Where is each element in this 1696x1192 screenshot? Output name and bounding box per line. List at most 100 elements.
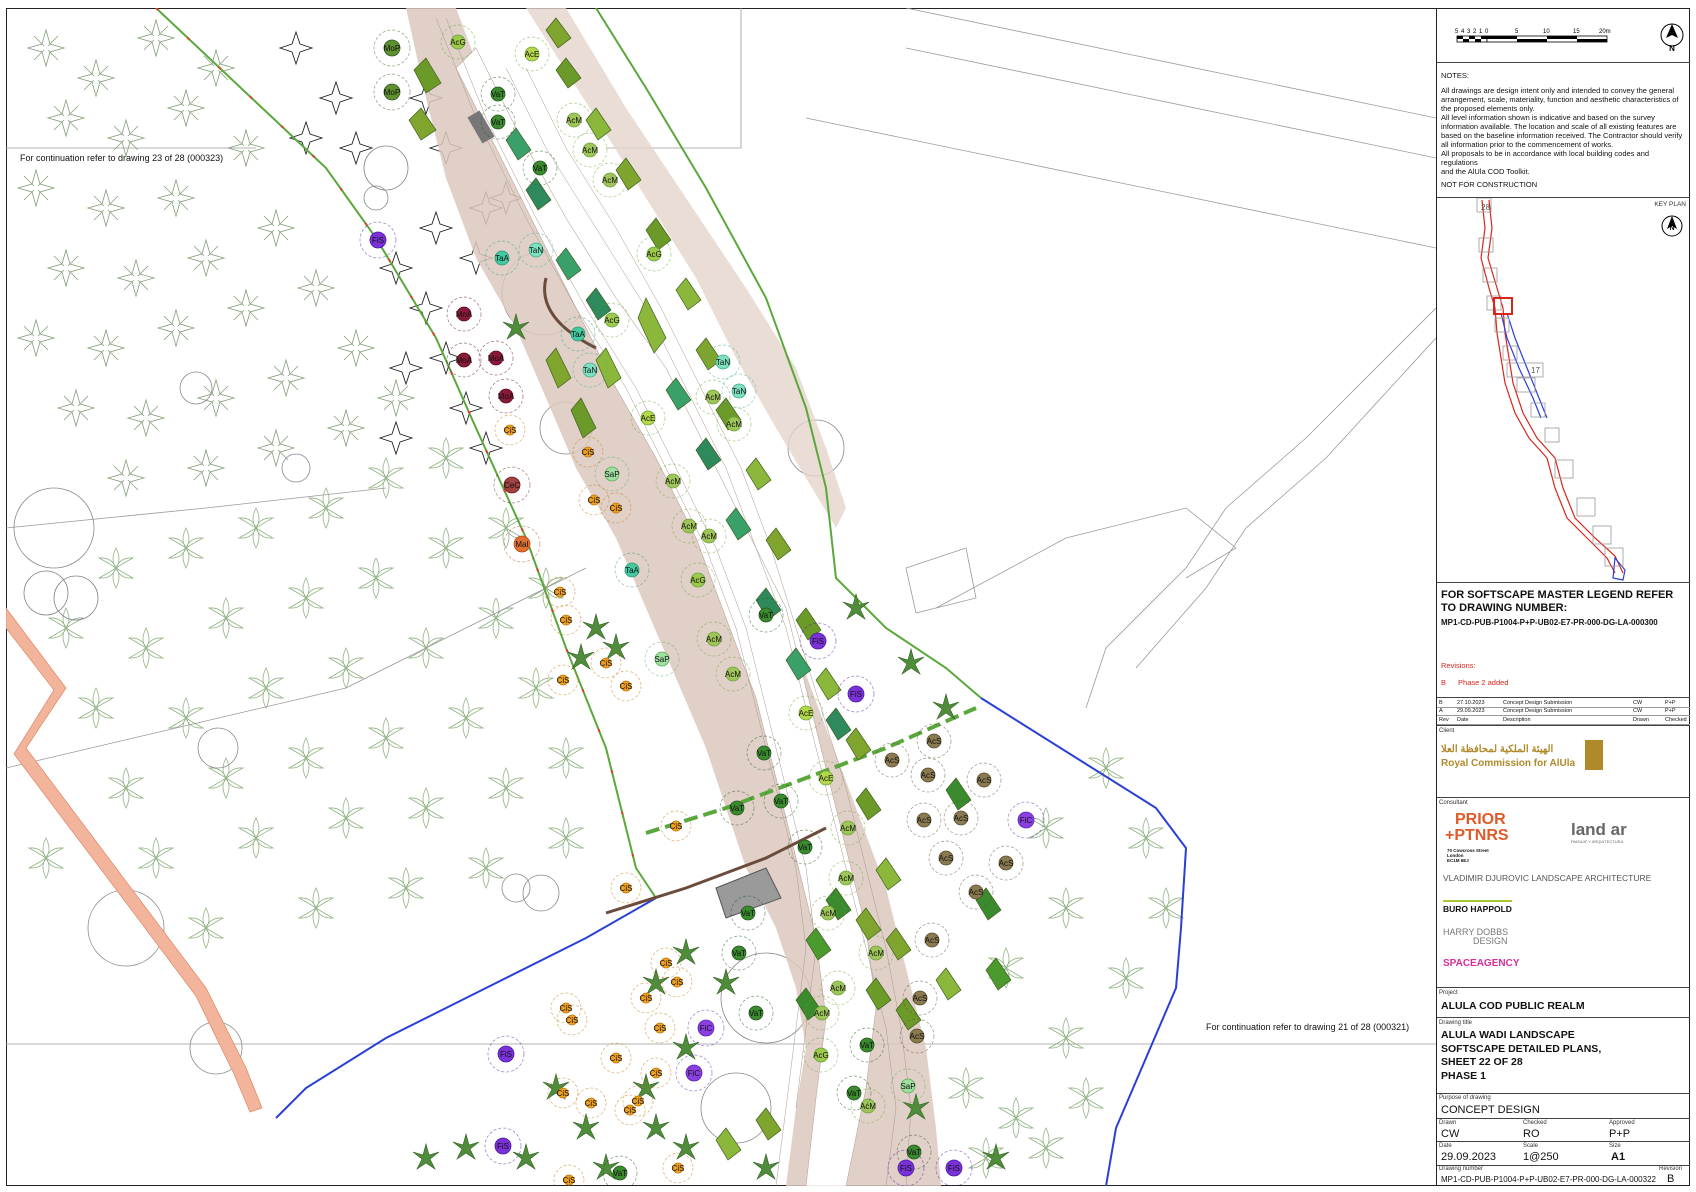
scale-label: 0: [1485, 29, 1489, 35]
plant-code-label: MaI: [515, 540, 528, 549]
revision-cell-drawn: Drawn: [1633, 717, 1649, 723]
revision-cell-checked: P+P: [1665, 708, 1676, 714]
plant-code-label: TaA: [571, 330, 585, 339]
plant-code-label: AcM: [840, 824, 856, 833]
plant-code-label: AcE: [799, 709, 814, 718]
key-plan-sheet-28: 28: [1481, 203, 1490, 212]
plant-code-label: CiS: [585, 1099, 598, 1108]
plant-code-label: AcG: [690, 576, 706, 585]
drawing-number-section: Drawing number MP1-CD-PUB-P1004-P+P-UB02…: [1437, 1166, 1690, 1186]
plant-marker-cis: CiS: [661, 966, 693, 998]
drawing-title-line: SOFTSCAPE DETAILED PLANS,: [1441, 1042, 1602, 1055]
plant-marker-cis: CiS: [590, 647, 622, 679]
approved-label: Approved: [1609, 1120, 1635, 1126]
plant-code-label: AcS: [999, 859, 1014, 868]
drawing-number-label: Drawing number: [1439, 1166, 1484, 1172]
plant-marker-fic: FiC: [675, 1054, 713, 1092]
plant-code-label: AcM: [838, 874, 854, 883]
north-arrow-icon: N: [1660, 23, 1684, 53]
revisions-heading: Revisions:: [1441, 661, 1476, 670]
plant-code-label: AcE: [525, 50, 540, 59]
plant-code-label: AcS: [939, 854, 954, 863]
notes-line: All proposals to be in accordance with l…: [1441, 149, 1650, 167]
title-block: 5 4 3 2 1 0 5 10 15 20m N NOTES: All dra…: [1436, 8, 1690, 1186]
client-english: Royal Commission for AlUla: [1441, 758, 1576, 769]
drawing-title-line: ALULA WADI LANDSCAPE: [1441, 1029, 1575, 1041]
drawing-title-section: Drawing title ALULA WADI LANDSCAPE SOFTS…: [1437, 1018, 1690, 1094]
plant-code-label: CiS: [610, 504, 623, 513]
plant-code-label: VaT: [798, 843, 812, 852]
plant-code-label: CiS: [504, 426, 517, 435]
plant-code-label: VaT: [749, 1009, 763, 1018]
plant-marker-fis: FiS: [359, 221, 397, 259]
plant-code-label: FiS: [900, 1164, 912, 1173]
plant-code-label: CiS: [560, 1004, 573, 1013]
prior-line2: +PTNRS: [1445, 827, 1509, 844]
plant-code-label: AcM: [820, 909, 836, 918]
plant-code-label: TaN: [583, 366, 597, 375]
revision-cell-checked: Checked: [1665, 717, 1687, 723]
scale-bar: [1456, 35, 1608, 43]
plant-code-label: FiS: [812, 637, 824, 646]
plant-marker-acs: AcS: [988, 845, 1024, 881]
plant-marker-cis: CiS: [610, 670, 642, 702]
plant-code-label: TaA: [495, 254, 509, 263]
harry-line2: DESIGN: [1473, 936, 1508, 946]
revision-row: Rev Date Description Drawn Checked: [1437, 716, 1690, 725]
plant-code-label: VaT: [613, 1169, 627, 1178]
revision-note: B Phase 2 added: [1441, 678, 1686, 687]
key-plan-svg: N 28 17: [1476, 197, 1683, 581]
continuation-note-top: For continuation refer to drawing 23 of …: [20, 153, 224, 163]
plant-code-label: AcM: [701, 532, 717, 541]
scale-label: 5: [1515, 29, 1519, 35]
consultant-label: Consultant: [1439, 800, 1468, 806]
scale-section: 5 4 3 2 1 0 5 10 15 20m N: [1437, 8, 1690, 63]
plant-code-label: AcM: [665, 477, 681, 486]
revision-note-text: Phase 2 added: [1458, 678, 1509, 687]
plant-code-label: VaT: [860, 1041, 874, 1050]
plant-code-label: CiS: [554, 588, 567, 597]
scale-label: 10: [1543, 29, 1550, 35]
approved-value: P+P: [1609, 1128, 1631, 1140]
plant-code-label: AcS: [885, 756, 900, 765]
plant-marker-cec: CeC: [493, 466, 531, 504]
plant-marker-cis: CiS: [600, 1042, 632, 1074]
drawn-value: CW: [1441, 1128, 1460, 1140]
plant-marker-cis: CiS: [650, 947, 682, 979]
plant-code-label: CiS: [672, 1164, 685, 1173]
plant-code-label: CeC: [504, 481, 520, 490]
scale-label: 4: [1461, 29, 1465, 35]
harry-dobbs-logo: HARRY DOBBS DESIGN: [1443, 928, 1508, 946]
scale-label: 2: [1473, 29, 1477, 35]
plant-marker-fis: FiS: [935, 1149, 973, 1186]
purpose-section: Purpose of drawing CONCEPT DESIGN: [1437, 1094, 1690, 1119]
drawing-title-label: Drawing title: [1439, 1020, 1473, 1026]
spaceagency-logo: SPACEAGENCY: [1443, 958, 1520, 969]
plant-code-label: SaP: [654, 655, 669, 664]
plant-code-label: MoA: [456, 310, 473, 319]
purpose-label: Purpose of drawing: [1439, 1095, 1491, 1101]
plan-svg: MoP MoP AcG AcE VaT VaT AcM AcM AcM VaT FiS TaA TaN A…: [6, 8, 1436, 1186]
plant-code-label: CiS: [620, 884, 633, 893]
key-plan-north-label: N: [1669, 225, 1674, 232]
notes-line: arrangement, scale, materiality, functio…: [1441, 95, 1679, 104]
plant-code-label: CiS: [557, 1089, 570, 1098]
plant-code-label: AcM: [830, 984, 846, 993]
plant-marker-cis: CiS: [644, 1012, 676, 1044]
plant-code-label: CiS: [654, 1024, 667, 1033]
plant-code-label: CiS: [650, 1069, 663, 1078]
notes-body: All drawings are design intent only and …: [1441, 86, 1686, 176]
key-plan-sheets: [1476, 197, 1624, 567]
plant-marker-acs: AcS: [914, 922, 950, 958]
notes-section: NOTES: All drawings are design intent on…: [1437, 63, 1690, 198]
plant-code-label: MoP: [384, 88, 400, 97]
plant-marker-moa: MoA: [488, 378, 524, 414]
notes-line: All level information shown is indicativ…: [1441, 113, 1655, 122]
drawing-title: ALULA WADI LANDSCAPE SOFTSCAPE DETAILED …: [1441, 1029, 1601, 1083]
plant-code-label: CiS: [640, 994, 653, 1003]
plant-code-label: AcE: [819, 774, 834, 783]
project-name: ALULA COD PUBLIC REALM: [1441, 1000, 1585, 1012]
plant-code-label: CiS: [560, 616, 573, 625]
plant-code-label: CiS: [600, 659, 613, 668]
plant-marker-acs: AcS: [910, 757, 946, 793]
